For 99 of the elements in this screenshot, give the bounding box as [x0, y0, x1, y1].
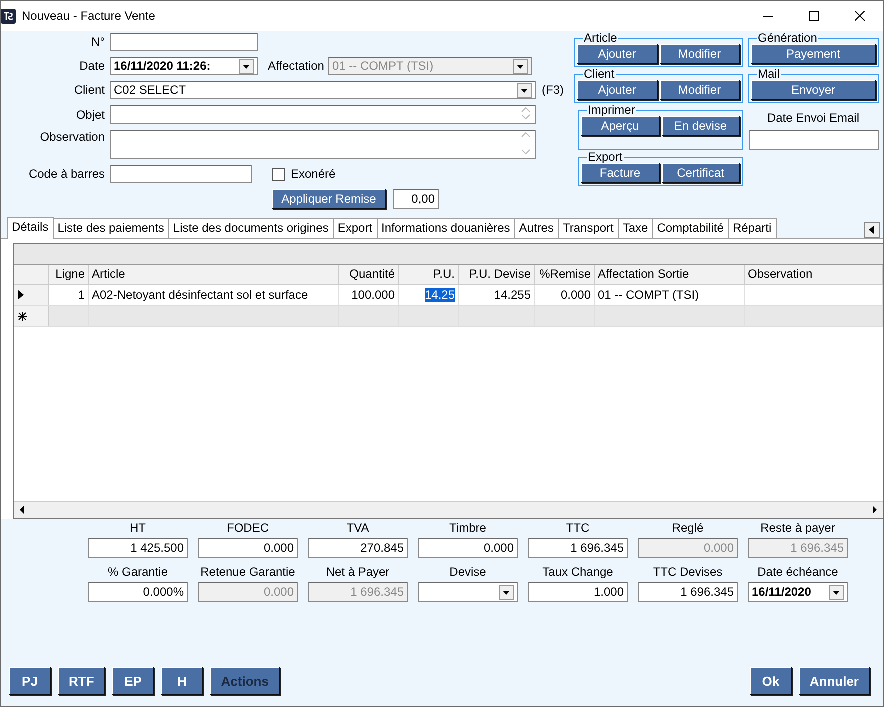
due-date-picker[interactable]: 16/11/2020	[748, 582, 848, 602]
field-label: Reglé	[672, 521, 704, 535]
column-header[interactable]: P.U. Devise	[459, 265, 535, 284]
field-label: Date	[78, 59, 105, 73]
column-header[interactable]: Affectation Sortie	[595, 265, 745, 284]
action-button[interactable]: En devise	[662, 116, 740, 136]
action-button[interactable]: Aperçu	[581, 116, 660, 136]
field-label: TTC Devises	[653, 565, 723, 579]
tab[interactable]: Liste des documents origines	[168, 218, 334, 238]
table-cell[interactable]: 1	[78, 288, 85, 302]
discount-field[interactable]: 0,00	[393, 189, 439, 209]
column-header[interactable]: P.U.	[399, 265, 459, 284]
field-label: Timbre	[450, 521, 486, 535]
tab[interactable]: Détails	[7, 217, 54, 239]
amount-field[interactable]: 1.000	[528, 582, 628, 602]
checkbox[interactable]	[272, 168, 285, 180]
field-label: Retenue Garantie	[200, 565, 296, 579]
field-label: Client	[73, 83, 105, 97]
barcode-field[interactable]	[110, 165, 252, 183]
email-date-field[interactable]	[748, 130, 878, 150]
action-button[interactable]: Envoyer	[751, 80, 876, 100]
table-cell[interactable]: 0.000	[560, 288, 591, 302]
footer-button[interactable]: H	[161, 667, 204, 695]
action-button[interactable]: Modifier	[660, 44, 740, 64]
scroll-left-icon[interactable]	[868, 226, 876, 234]
tab[interactable]: Liste des paiements	[52, 218, 170, 238]
group-label: Export	[587, 152, 624, 163]
column-header[interactable]: Observation	[745, 265, 883, 284]
footer-button[interactable]: RTF	[58, 667, 106, 695]
field-label: TVA	[346, 521, 370, 535]
field-label: Affectation	[268, 59, 324, 73]
field-label: Date Envoi Email	[767, 111, 860, 125]
field-label: HT	[130, 521, 146, 535]
action-button[interactable]: Certificat	[662, 163, 740, 183]
amount-field[interactable]: 1 696.345	[528, 538, 628, 558]
action-button[interactable]: Modifier	[660, 80, 740, 100]
client-dropdown[interactable]: C02 SELECT	[110, 81, 536, 99]
window-title: Nouveau - Facture Vente	[22, 9, 156, 23]
field-label: Devise	[450, 565, 486, 579]
tab[interactable]: Export	[332, 218, 378, 238]
footer-button[interactable]: Annuler	[798, 667, 870, 695]
footer-button[interactable]: EP	[112, 667, 154, 695]
apply-discount-button[interactable]: Appliquer Remise	[272, 189, 386, 209]
table-cell[interactable]: A02-Netoyant désinfectant sol et surface	[92, 288, 308, 302]
amount-field[interactable]: 1 696.345	[638, 582, 738, 602]
action-button[interactable]: Ajouter	[577, 44, 658, 64]
table-cell[interactable]: 14.25	[424, 288, 455, 302]
group-label: Génération	[757, 33, 818, 44]
scroll-left-icon[interactable]	[19, 506, 25, 514]
column-header[interactable]: Ligne	[49, 265, 89, 284]
table-cell[interactable]: 100.000	[352, 288, 395, 302]
column-header[interactable]: %Remise	[535, 265, 595, 284]
amount-field[interactable]: 1 425.500	[88, 538, 188, 558]
scroll-arrows-icon	[520, 131, 532, 156]
field-label: N°	[90, 35, 105, 49]
action-button[interactable]: Payement	[751, 44, 876, 64]
field-label: FODEC	[227, 521, 269, 535]
field-label: Objet	[75, 108, 105, 122]
tab[interactable]: Transport	[558, 218, 619, 238]
footer-button[interactable]: Ok	[750, 667, 792, 695]
scroll-arrows-icon	[520, 106, 532, 121]
checkbox-label: Exonéré	[291, 167, 336, 181]
table-cell[interactable]: 01 -- COMPT (TSI)	[598, 288, 700, 302]
column-header[interactable]: Quantité	[339, 265, 399, 284]
shortcut-hint: (F3)	[542, 83, 564, 97]
table-cell[interactable]: 14.255	[494, 288, 531, 302]
observation-field[interactable]	[110, 130, 536, 159]
tab[interactable]: Taxe	[618, 218, 654, 238]
group-label: Client	[583, 69, 616, 80]
amount-field[interactable]: 0.000%	[88, 582, 188, 602]
scroll-right-icon[interactable]	[872, 506, 878, 514]
object-field[interactable]	[110, 105, 536, 124]
amount-field[interactable]: 0.000	[418, 538, 518, 558]
date-picker[interactable]: 16/11/2020 11:26:	[110, 57, 258, 75]
field-label: Reste à payer	[760, 521, 836, 535]
action-button[interactable]: Ajouter	[577, 80, 658, 100]
close-icon[interactable]	[855, 11, 865, 21]
group-label: Mail	[757, 69, 782, 80]
group-label: Imprimer	[587, 105, 636, 116]
currency-dropdown[interactable]	[418, 582, 518, 602]
action-button[interactable]: Facture	[581, 163, 660, 183]
tab[interactable]: Autres	[514, 218, 559, 238]
tab[interactable]: Comptabilité	[652, 218, 729, 238]
field-label: Observation	[39, 130, 105, 144]
maximize-icon[interactable]	[809, 11, 819, 21]
tab[interactable]: Réparti	[728, 218, 777, 238]
tab[interactable]: Informations douanières	[376, 218, 516, 238]
column-header[interactable]: Article	[89, 265, 339, 284]
field-label: TTC	[566, 521, 590, 535]
field-label: Code à barres	[28, 167, 105, 181]
field-label: % Garantie	[108, 565, 168, 579]
footer-button[interactable]: PJ	[9, 667, 51, 695]
amount-field[interactable]: 270.845	[308, 538, 408, 558]
number-field[interactable]	[110, 33, 258, 51]
field-label: Date échéance	[758, 565, 838, 579]
field-label: Taux Change	[542, 565, 614, 579]
group-label: Article	[583, 33, 618, 44]
field-label: Net à Payer	[326, 565, 390, 579]
amount-field[interactable]: 0.000	[198, 538, 298, 558]
